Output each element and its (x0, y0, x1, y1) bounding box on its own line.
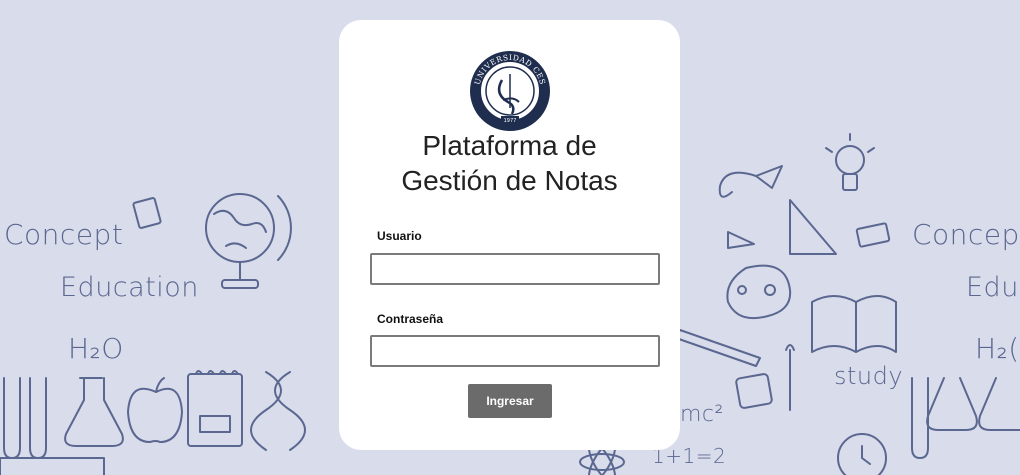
eraser-icon (735, 373, 773, 409)
notepad-icon (187, 370, 243, 447)
login-card: UNIVERSIDAD CES 1977 Plataforma de Gesti… (339, 20, 680, 450)
username-label: Usuario (377, 229, 422, 243)
alarm-clock-icon (837, 433, 887, 475)
paintbrush-icon (785, 344, 795, 411)
open-book-icon (811, 295, 897, 353)
submit-button[interactable]: Ingresar (468, 384, 552, 418)
palette-icon (726, 264, 792, 320)
username-input[interactable] (370, 253, 660, 285)
notebook-icon (132, 197, 162, 229)
title-line-1: Plataforma de (422, 130, 597, 161)
password-input[interactable] (370, 335, 660, 367)
password-label: Contraseña (377, 312, 444, 326)
pencil-icon (675, 329, 761, 367)
logo-year: 1977 (504, 118, 517, 124)
lightbulb-icon (825, 133, 875, 191)
test-tubes-right-icon (911, 377, 1020, 459)
paper-plane-icon (718, 165, 783, 198)
school-sign-icon (855, 222, 891, 248)
title-line-2: Gestión de Notas (401, 165, 618, 196)
dna-icon (250, 371, 306, 451)
ruler-icon (0, 457, 105, 475)
test-tubes-icon (3, 377, 47, 459)
page-title: Plataforma de Gestión de Notas (339, 128, 680, 198)
globe-icon (205, 193, 292, 289)
triangle-icon (727, 199, 837, 255)
apple-icon (127, 377, 183, 443)
university-logo: UNIVERSIDAD CES 1977 (470, 51, 550, 131)
flask-icon (64, 377, 124, 447)
